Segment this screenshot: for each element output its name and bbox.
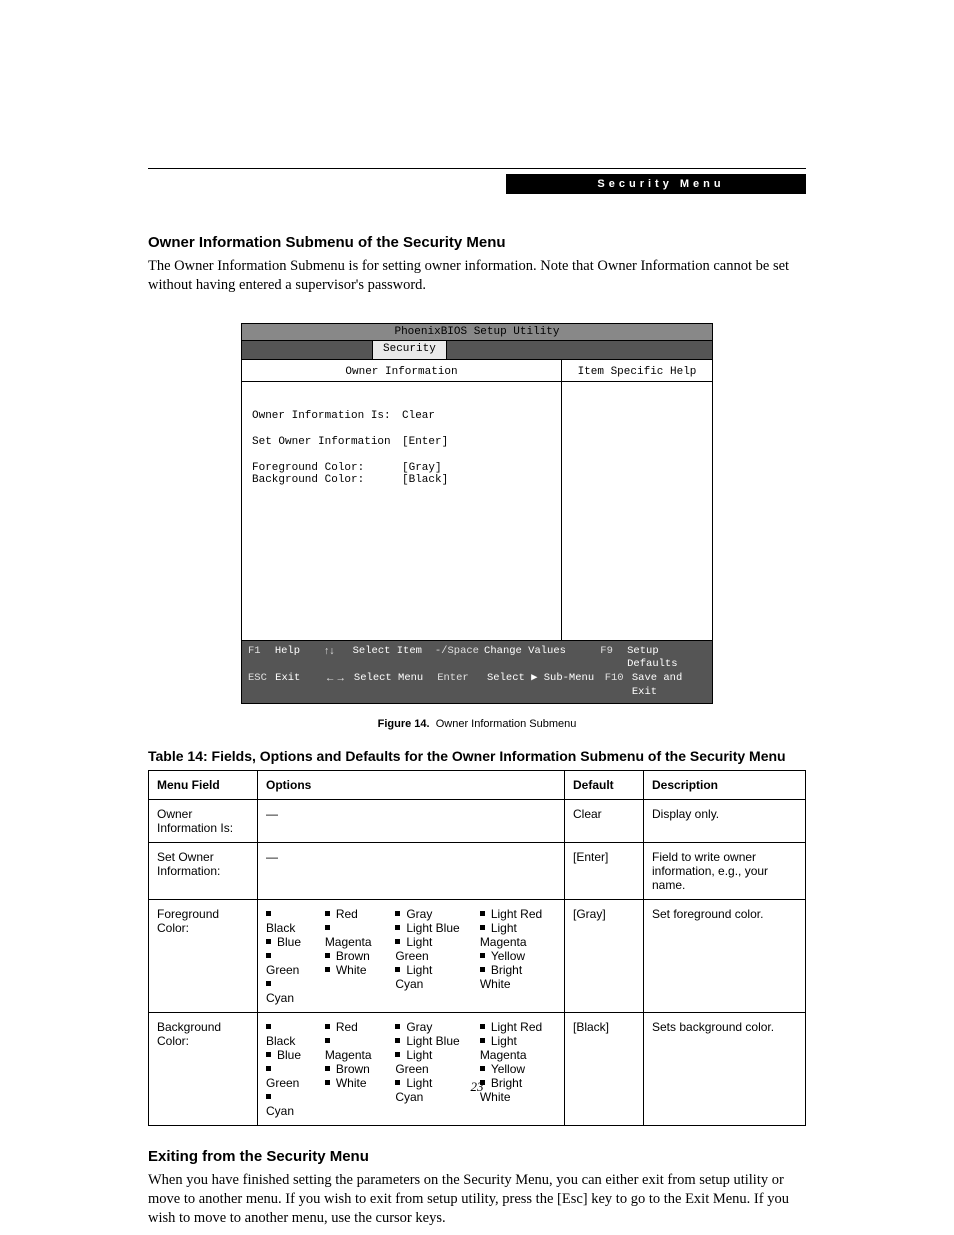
opt-item: Red — [325, 907, 376, 921]
act-save-exit: Save and Exit — [632, 672, 706, 699]
cell-options: — — [258, 843, 565, 900]
opt-item: White — [325, 963, 376, 977]
opt-item: Yellow — [480, 1062, 556, 1076]
table-row: Owner Information Is: — Clear Display on… — [149, 800, 806, 843]
opt-item: Bright White — [480, 963, 556, 991]
opt-item: Light Green — [395, 1048, 460, 1076]
cell-desc: Sets background color. — [644, 1013, 806, 1126]
bios-row-label: Set Owner Information — [252, 436, 402, 448]
opt-item: Light Blue — [395, 921, 460, 935]
key-leftright: ←→ — [325, 672, 354, 699]
opt-item: Magenta — [325, 1034, 376, 1062]
bios-screenshot: PhoenixBIOS Setup Utility Security Owner… — [241, 323, 713, 705]
opt-item: Light Magenta — [480, 1034, 556, 1062]
section-1-paragraph: The Owner Information Submenu is for set… — [148, 257, 806, 295]
opt-item: Black — [266, 1020, 305, 1048]
table-row: Background Color: Black Blue Green Cyan … — [149, 1013, 806, 1126]
figure-label: Figure 14. — [378, 718, 430, 730]
th-menu-field: Menu Field — [149, 771, 258, 800]
opt-item: Blue — [266, 1048, 305, 1062]
table-row: Foreground Color: Black Blue Green Cyan … — [149, 900, 806, 1013]
opt-item: Light Blue — [395, 1034, 460, 1048]
breadcrumb: Security Menu — [148, 174, 806, 194]
opt-item: Magenta — [325, 921, 376, 949]
act-exit: Exit — [275, 672, 325, 699]
bios-row-label: Foreground Color: — [252, 462, 402, 474]
opt-item: Brown — [325, 1062, 376, 1076]
bios-row-label: Owner Information Is: — [252, 410, 402, 422]
cell-options: Black Blue Green Cyan Red Magenta Brown … — [258, 1013, 565, 1126]
top-rule — [148, 168, 806, 170]
cell-options: — — [258, 800, 565, 843]
key-enter: Enter — [437, 672, 487, 699]
th-default: Default — [565, 771, 644, 800]
key-f9: F9 — [600, 645, 627, 672]
bios-utility-title: PhoenixBIOS Setup Utility — [242, 324, 712, 341]
breadcrumb-label: Security Menu — [506, 174, 806, 194]
cell-field: Owner Information Is: — [149, 800, 258, 843]
bios-row-value: [Black] — [402, 474, 448, 486]
bios-tab-security: Security — [372, 341, 447, 359]
cell-options: Black Blue Green Cyan Red Magenta Brown … — [258, 900, 565, 1013]
opt-item: Yellow — [480, 949, 556, 963]
cell-desc: Display only. — [644, 800, 806, 843]
bios-row-label: Background Color: — [252, 474, 402, 486]
act-change-values: Change Values — [484, 645, 600, 672]
key-minus-space: -/Space — [435, 645, 484, 672]
cell-default: Clear — [565, 800, 644, 843]
opt-item: Light Cyan — [395, 963, 460, 991]
cell-desc: Set foreground color. — [644, 900, 806, 1013]
opt-item: Gray — [395, 907, 460, 921]
key-esc: ESC — [248, 672, 275, 699]
act-select-submenu: Select ▶ Sub-Menu — [487, 672, 605, 699]
opt-item: Light Red — [480, 1020, 556, 1034]
opt-item: Light Magenta — [480, 921, 556, 949]
bios-tab-bar: Security — [242, 341, 712, 360]
bios-panel-title: Owner Information — [242, 366, 561, 382]
bios-help-panel: Item Specific Help — [562, 360, 712, 640]
page-number: 23 — [0, 1079, 954, 1095]
bios-row-value: [Gray] — [402, 462, 442, 474]
act-select-item: Select Item — [353, 645, 435, 672]
opt-item: Cyan — [266, 977, 305, 1005]
key-f1: F1 — [248, 645, 275, 672]
section-2-title: Exiting from the Security Menu — [148, 1148, 806, 1165]
th-description: Description — [644, 771, 806, 800]
figure-caption: Figure 14. Owner Information Submenu — [148, 718, 806, 730]
act-help: Help — [275, 645, 324, 672]
table-row: Set Owner Information: — [Enter] Field t… — [149, 843, 806, 900]
act-setup-defaults: Setup Defaults — [627, 645, 706, 672]
options-table: Menu Field Options Default Description O… — [148, 770, 806, 1126]
act-select-menu: Select Menu — [354, 672, 437, 699]
cell-field: Background Color: — [149, 1013, 258, 1126]
opt-item: Brown — [325, 949, 376, 963]
opt-item: Gray — [395, 1020, 460, 1034]
table-title: Table 14: Fields, Options and Defaults f… — [148, 748, 806, 764]
bios-row-value: [Enter] — [402, 436, 448, 448]
opt-item: Red — [325, 1020, 376, 1034]
opt-item: Light Red — [480, 907, 556, 921]
bios-help-title: Item Specific Help — [562, 366, 712, 382]
cell-default: [Gray] — [565, 900, 644, 1013]
section-1-title: Owner Information Submenu of the Securit… — [148, 234, 806, 251]
bios-key-footer: F1 Help ↑↓ Select Item -/Space Change Va… — [242, 640, 712, 704]
cell-default: [Enter] — [565, 843, 644, 900]
opt-item: Light Green — [395, 935, 460, 963]
section-2-paragraph: When you have finished setting the param… — [148, 1171, 806, 1228]
key-f10: F10 — [605, 672, 632, 699]
th-options: Options — [258, 771, 565, 800]
cell-field: Foreground Color: — [149, 900, 258, 1013]
opt-item: Black — [266, 907, 305, 935]
cell-desc: Field to write owner information, e.g., … — [644, 843, 806, 900]
bios-left-panel: Owner Information Owner Information Is: … — [242, 360, 562, 640]
cell-default: [Black] — [565, 1013, 644, 1126]
key-updown: ↑↓ — [324, 645, 353, 672]
figure-caption-text: Owner Information Submenu — [436, 718, 577, 730]
cell-field: Set Owner Information: — [149, 843, 258, 900]
opt-item: Blue — [266, 935, 305, 949]
bios-row-value: Clear — [402, 410, 435, 422]
opt-item: Green — [266, 949, 305, 977]
